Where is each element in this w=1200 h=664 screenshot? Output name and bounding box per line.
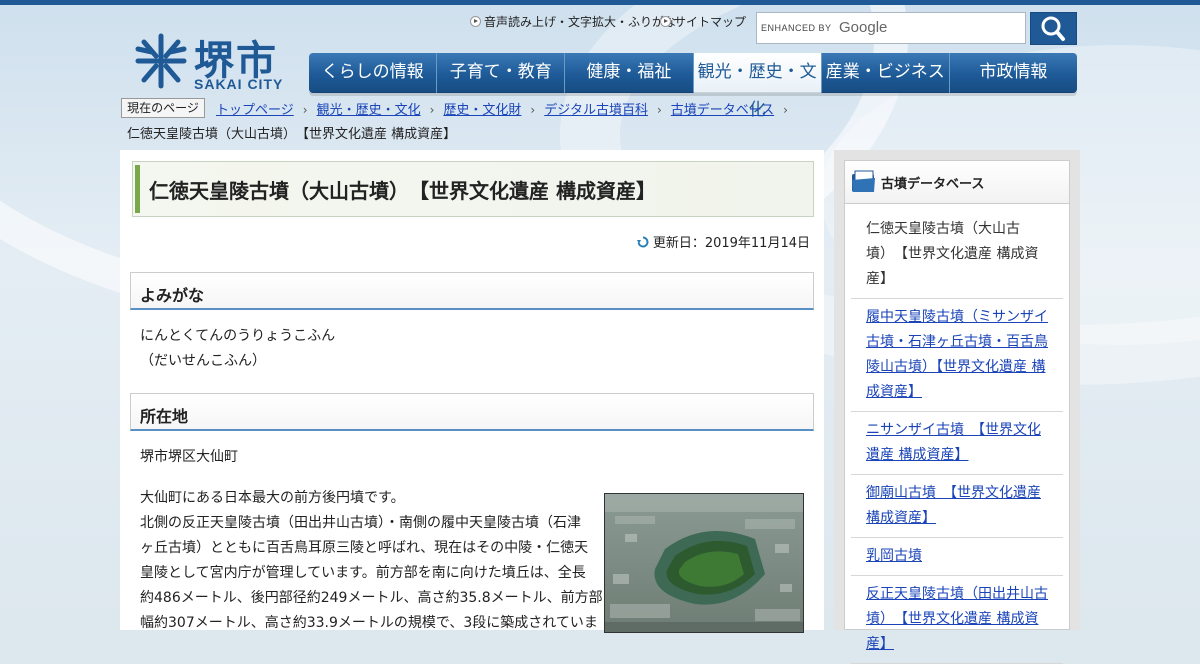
- chevron-right-icon: ›: [302, 103, 308, 117]
- sidebar-item-chinooka[interactable]: 乳岡古墳: [851, 538, 1063, 576]
- arrow-right-icon: [660, 16, 671, 27]
- folder-icon: [852, 170, 875, 192]
- sidebar-item-richu[interactable]: 履中天皇陵古墳（ミサンザイ 古墳・石津ヶ丘古墳・百舌鳥 陵山古墳）【世界文化遺産 構…: [851, 299, 1063, 412]
- chevron-right-icon: ›: [656, 103, 662, 117]
- search-button[interactable]: [1030, 12, 1077, 45]
- page-title: 仁徳天皇陵古墳（大山古墳） 【世界文化遺産 構成資産】: [149, 179, 656, 203]
- sidebar-panel: 古墳データベース 仁徳天皇陵古墳（大山古 墳） 【世界文化遺産 構成資 産】 履…: [844, 160, 1070, 664]
- nav-item-kosodate[interactable]: 子育て・教育: [437, 53, 566, 93]
- breadcrumb-current: 仁徳天皇陵古墳（大山古墳） 【世界文化遺産 構成資産】: [127, 127, 457, 142]
- util-link-sitemap[interactable]: サイトマップ: [660, 13, 746, 30]
- sidebar-item-nintoku: 仁徳天皇陵古墳（大山古 墳） 【世界文化遺産 構成資 産】: [851, 211, 1063, 299]
- description-text: 大仙町にある日本最大の前方後円墳です。 北側の反正天皇陵古墳（田出井山古墳）・南…: [140, 490, 603, 631]
- refresh-icon: [636, 236, 649, 248]
- arrow-right-icon: [470, 16, 481, 27]
- section-heading-location: 所在地: [130, 393, 814, 431]
- breadcrumb: トップページ › 観光・歴史・文化 › 歴史・文化財 › デジタル古墳百科 › 古墳データベース…: [216, 99, 797, 118]
- nav-item-kurashi[interactable]: くらしの情報: [309, 53, 438, 93]
- sidebar-item-hanzei[interactable]: 反正天皇陵古墳（田出井山古 墳） 【世界文化遺産 構成資 産】: [851, 576, 1063, 664]
- util-link-accessibility[interactable]: 音声読み上げ・文字拡大・ふりがな: [470, 13, 676, 30]
- chevron-right-icon: ›: [530, 103, 536, 117]
- kofun-aerial-photo: [604, 493, 804, 633]
- section-text-yomigana: にんとくてんのうりょうこふん （だいせんこふん）: [140, 328, 336, 369]
- sidebar-item-gobyoyama[interactable]: 御廟山古墳 【世界文化遺産 構成資産】: [851, 475, 1063, 538]
- nav-item-sangyo[interactable]: 産業・ビジネス: [821, 53, 950, 93]
- logo-subtitle: SAKAI CITY: [194, 76, 284, 92]
- site-logo[interactable]: 堺市 SAKAI CITY: [132, 30, 297, 94]
- nav-item-kenko[interactable]: 健康・福祉: [565, 53, 694, 93]
- sidebar: 古墳データベース 仁徳天皇陵古墳（大山古 墳） 【世界文化遺産 構成資 産】 履…: [834, 150, 1080, 664]
- breadcrumb-link-kanko[interactable]: 観光・歴史・文化: [317, 103, 421, 118]
- nav-item-kanko[interactable]: 観光・歴史・文化: [693, 53, 822, 120]
- main-content: 仁徳天皇陵古墳（大山古墳） 【世界文化遺産 構成資産】 更新日：2019年11月…: [120, 150, 824, 633]
- chevron-right-icon: ›: [429, 103, 435, 117]
- chevron-right-icon: ›: [783, 103, 788, 117]
- section-heading-yomigana: よみがな: [130, 272, 814, 310]
- sidebar-title: 古墳データベース: [881, 177, 985, 192]
- breadcrumb-link-top[interactable]: トップページ: [216, 103, 294, 118]
- breadcrumb-link-kofun-db[interactable]: 古墳データベース: [671, 103, 774, 118]
- page-title-box: 仁徳天皇陵古墳（大山古墳） 【世界文化遺産 構成資産】: [132, 161, 814, 217]
- sidebar-item-nisanzai[interactable]: ニサンザイ古墳 【世界文化 遺産 構成資産】: [851, 412, 1063, 475]
- nav-item-shisei[interactable]: 市政情報: [949, 53, 1078, 93]
- updated-date: 更新日：2019年11月14日: [636, 232, 810, 251]
- global-nav: くらしの情報 子育て・教育 健康・福祉 観光・歴史・文化 産業・ビジネス 市政情…: [309, 53, 1078, 120]
- search-input[interactable]: ENHANCED BY Google: [756, 12, 1026, 44]
- title-accent-bar: [135, 165, 140, 213]
- breadcrumb-link-kofun-hyakka[interactable]: デジタル古墳百科: [544, 103, 648, 118]
- nav-shadow: [309, 92, 1077, 96]
- section-text-location: 堺市堺区大仙町: [140, 449, 238, 465]
- sidebar-list: 仁徳天皇陵古墳（大山古 墳） 【世界文化遺産 構成資 産】 履中天皇陵古墳（ミサ…: [851, 211, 1063, 664]
- search-brand: Google: [839, 19, 888, 36]
- search-enhanced-label: ENHANCED BY: [761, 23, 832, 33]
- breadcrumb-label: 現在のページ: [121, 98, 205, 118]
- search-icon: [1041, 16, 1065, 41]
- breadcrumb-link-rekishi[interactable]: 歴史・文化財: [443, 103, 521, 118]
- sakai-emblem-icon: [135, 33, 187, 89]
- sidebar-header: 古墳データベース: [845, 161, 1069, 204]
